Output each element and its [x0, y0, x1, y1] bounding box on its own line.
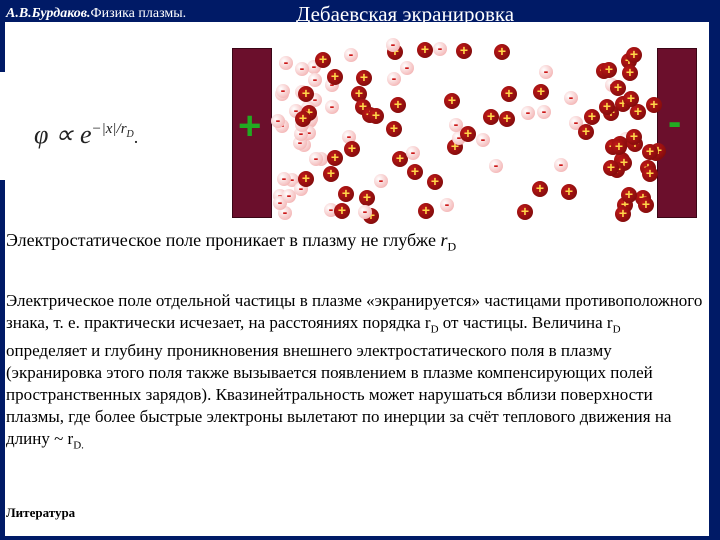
- positive-ion: +: [460, 126, 476, 142]
- positive-ion: +: [638, 197, 654, 213]
- electron: -: [539, 64, 553, 79]
- positive-ion: +: [642, 166, 658, 182]
- positive-ion: +: [599, 99, 615, 115]
- electron: -: [276, 83, 290, 98]
- electron: -: [295, 61, 309, 76]
- debye-formula: φ ∝ e−|x|/rD.: [34, 120, 138, 150]
- positive-ion: +: [298, 171, 314, 187]
- electron: -: [400, 60, 414, 75]
- figure-caption: Электростатическое поле проникает в плаз…: [6, 230, 706, 255]
- positive-ion: +: [611, 139, 627, 155]
- positive-ion: +: [386, 121, 402, 137]
- positive-ion: +: [501, 86, 517, 102]
- electron: -: [271, 113, 285, 128]
- positive-ion: +: [390, 97, 406, 113]
- electron: -: [309, 151, 323, 166]
- electron: -: [344, 47, 358, 62]
- positive-ion: +: [642, 144, 658, 160]
- positive-ion: +: [417, 42, 433, 58]
- header-author-course: А.В.Бурдаков.Физика плазмы.: [6, 6, 186, 22]
- right-plate-minus-sign: -: [668, 100, 682, 144]
- caption-sub: D: [447, 239, 457, 254]
- positive-ion: +: [483, 109, 499, 125]
- positive-ion: +: [427, 174, 443, 190]
- positive-ion: +: [368, 108, 384, 124]
- electron: -: [440, 197, 454, 212]
- electron: -: [489, 158, 503, 173]
- electron: -: [476, 132, 490, 147]
- electron: -: [387, 71, 401, 86]
- positive-ion: +: [456, 43, 472, 59]
- course: Физика плазмы.: [90, 6, 187, 21]
- references-label: Литература: [6, 505, 76, 520]
- electron: -: [374, 173, 388, 188]
- positive-ion: +: [578, 124, 594, 140]
- left-plate-plus-sign: +: [238, 104, 262, 148]
- positive-ion: +: [533, 84, 549, 100]
- electron: -: [308, 72, 322, 87]
- positive-ion: +: [444, 93, 460, 109]
- electron: -: [406, 145, 420, 160]
- positive-ion: +: [499, 111, 515, 127]
- positive-ion: +: [517, 204, 533, 220]
- author: А.В.Бурдаков.: [6, 6, 91, 21]
- positive-ion: +: [626, 47, 642, 63]
- electron: -: [521, 105, 535, 120]
- electron: -: [386, 37, 400, 52]
- electron: -: [537, 104, 551, 119]
- formula-lhs: φ ∝ e: [34, 120, 92, 149]
- positive-ion: +: [298, 86, 314, 102]
- electron: -: [325, 99, 339, 114]
- electron: -: [358, 204, 372, 219]
- positive-ion: +: [532, 181, 548, 197]
- positive-ion: +: [622, 65, 638, 81]
- positive-ion: +: [334, 203, 350, 219]
- positive-ion: +: [338, 186, 354, 202]
- positive-ion: +: [621, 187, 637, 203]
- positive-ion: +: [623, 91, 639, 107]
- positive-ion: +: [494, 44, 510, 60]
- positive-ion: +: [615, 206, 631, 222]
- positive-ion: +: [356, 70, 372, 86]
- caption-text: Электростатическое поле проникает в плаз…: [6, 230, 441, 250]
- positive-ion: +: [584, 109, 600, 125]
- positive-ion: +: [601, 62, 617, 78]
- positive-ion: +: [344, 141, 360, 157]
- formula-exponent: −|x|/rD: [91, 121, 134, 141]
- formula-dot: .: [133, 127, 139, 147]
- positive-ion: +: [418, 203, 434, 219]
- electron: -: [433, 41, 447, 56]
- positive-ion: +: [323, 166, 339, 182]
- positive-ion: +: [327, 150, 343, 166]
- positive-ion: +: [626, 129, 642, 145]
- electron: -: [279, 55, 293, 70]
- positive-ion: +: [646, 97, 662, 113]
- positive-ion: +: [315, 52, 331, 68]
- positive-ion: +: [359, 190, 375, 206]
- electron: -: [277, 171, 291, 186]
- positive-ion: +: [295, 111, 311, 127]
- body-paragraph: Электрическое поле отдельной частицы в п…: [6, 291, 703, 452]
- positive-ion: +: [327, 69, 343, 85]
- electron: -: [554, 157, 568, 172]
- positive-ion: +: [407, 164, 423, 180]
- positive-ion: +: [603, 160, 619, 176]
- electron: -: [564, 90, 578, 105]
- positive-ion: +: [561, 184, 577, 200]
